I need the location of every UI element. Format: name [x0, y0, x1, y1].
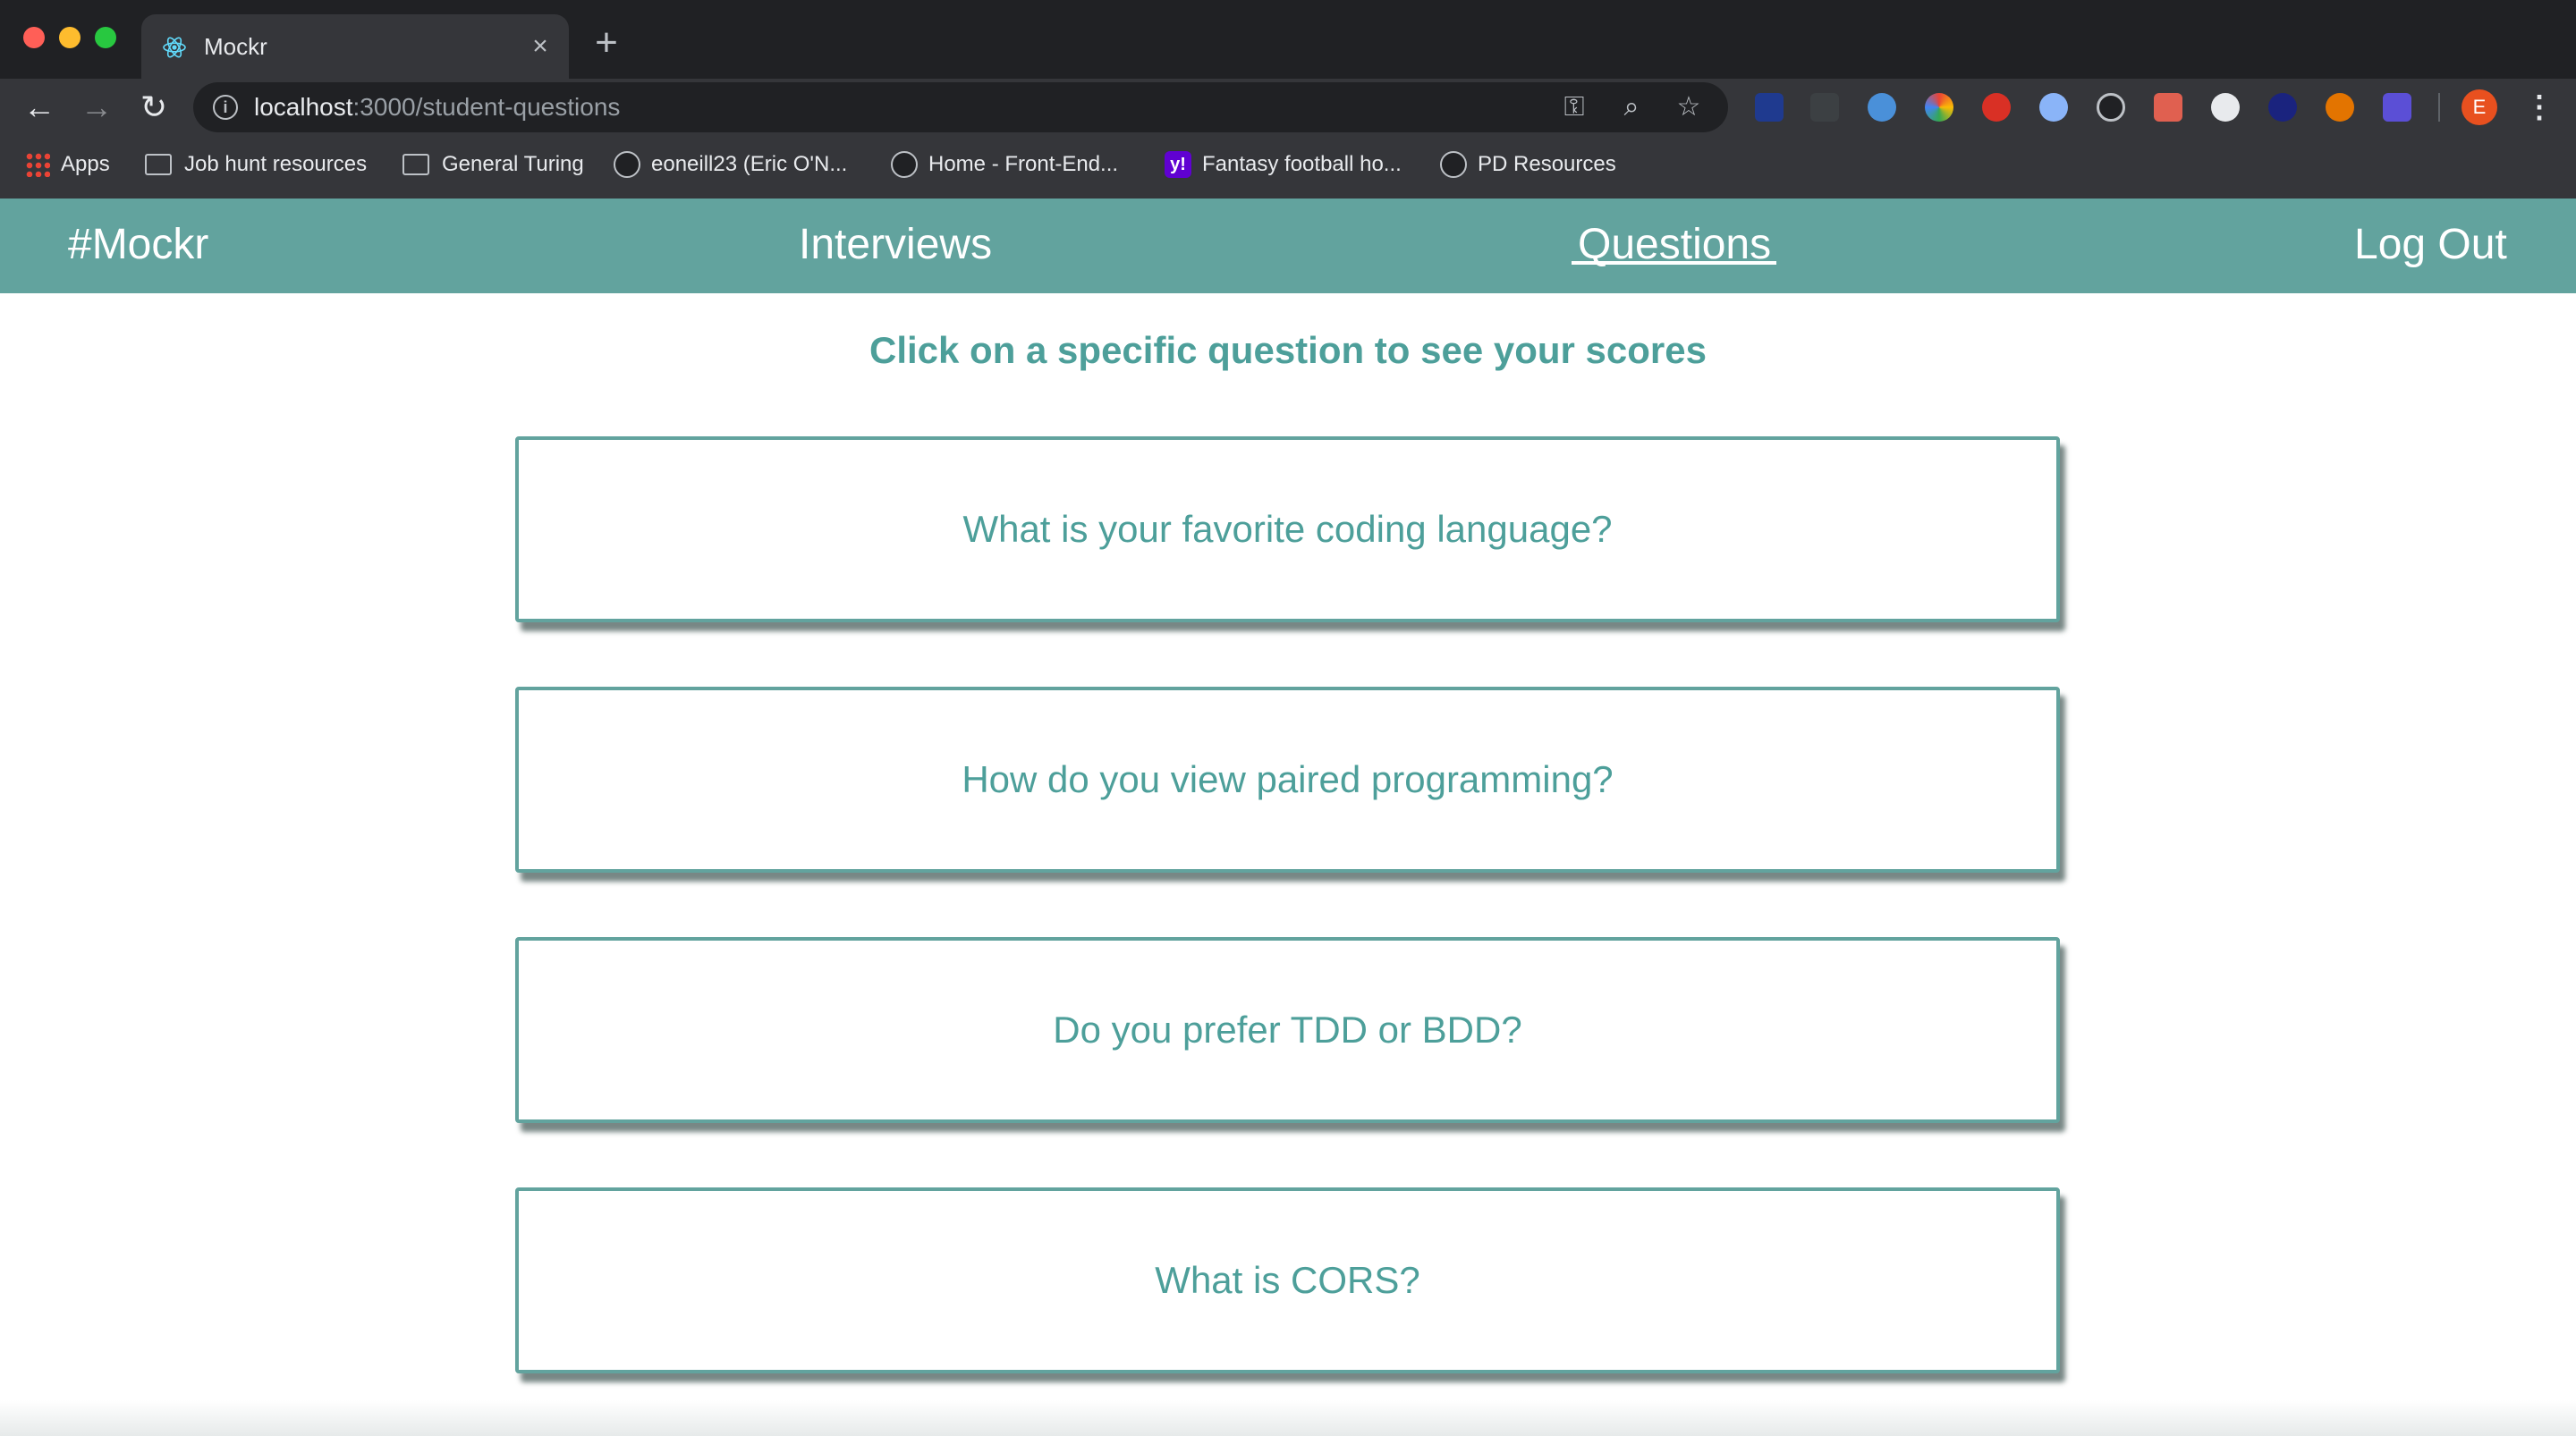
new-tab-icon[interactable]: +	[590, 23, 623, 63]
bookmark-label: PD Resources	[1478, 152, 1616, 176]
question-card[interactable]: How do you view paired programming?	[515, 687, 2060, 873]
close-tab-icon[interactable]: ×	[526, 32, 555, 61]
bookmark-label: Fantasy football ho...	[1202, 152, 1402, 176]
extension-target-icon[interactable]	[2097, 93, 2125, 122]
url-path: :3000/student-questions	[352, 93, 621, 121]
site-info-icon[interactable]: i	[213, 95, 238, 120]
folder-icon	[402, 152, 431, 177]
app-navbar: #Mockr Interviews Questions Log Out	[0, 199, 2576, 293]
key-icon[interactable]: ⚿	[1560, 93, 1589, 122]
turing-icon	[891, 151, 918, 178]
apps-grid-icon	[25, 152, 50, 177]
maximize-window-button[interactable]	[95, 27, 116, 48]
bookmark-label: Home - Front-End...	[928, 152, 1119, 176]
nav-interviews-link[interactable]: Interviews	[799, 220, 992, 270]
toolbar-divider	[2438, 93, 2440, 122]
bookmark-job-hunt[interactable]: Job hunt resources	[145, 147, 367, 182]
active-nav-underline	[1572, 261, 1776, 265]
bookmark-fantasy-football[interactable]: y! Fantasy football ho...	[1165, 147, 1402, 182]
question-card[interactable]: What is your favorite coding language?	[515, 436, 2060, 622]
extension-face-icon[interactable]	[2211, 93, 2240, 122]
browser-tab-active[interactable]: Mockr ×	[141, 14, 569, 79]
address-bar[interactable]: i localhost:3000/student-questions ⚿ ⌕ ☆	[193, 82, 1728, 132]
extension-circle-icon[interactable]	[2039, 93, 2068, 122]
react-icon	[163, 37, 186, 58]
question-text: What is CORS?	[1155, 1259, 1420, 1301]
github-icon	[1440, 151, 1467, 178]
tab-title: Mockr	[204, 33, 267, 60]
profile-avatar[interactable]: E	[2462, 89, 2497, 125]
bookmark-general-turing[interactable]: General Turing	[402, 147, 584, 182]
question-text: How do you view paired programming?	[962, 758, 1614, 800]
browser-menu-icon[interactable]: ⋮	[2524, 89, 2555, 125]
question-text: Do you prefer TDD or BDD?	[1053, 1009, 1522, 1051]
forward-arrow-icon[interactable]: →	[79, 89, 114, 125]
bookmark-star-icon[interactable]: ☆	[1674, 93, 1703, 122]
window-bottom-shadow	[0, 1400, 2576, 1436]
bookmark-label: eoneill23 (Eric O'N...	[651, 152, 848, 176]
bookmark-label: Job hunt resources	[184, 152, 368, 176]
extension-fingerprint-icon[interactable]	[2326, 93, 2354, 122]
bookmark-apps[interactable]: Apps	[25, 147, 110, 182]
zoom-icon[interactable]: ⌕	[1617, 93, 1646, 122]
extension-stop-icon[interactable]	[1982, 93, 2011, 122]
url-host: localhost	[254, 93, 353, 121]
reload-icon[interactable]: ↻	[136, 89, 172, 125]
extension-icon[interactable]	[1755, 93, 1784, 122]
question-text: What is your favorite coding language?	[962, 508, 1613, 550]
extension-color-icon[interactable]	[1925, 93, 1953, 122]
address-url[interactable]: localhost:3000/student-questions	[254, 91, 620, 123]
yahoo-icon: y!	[1165, 151, 1191, 178]
question-card[interactable]: What is CORS?	[515, 1187, 2060, 1373]
question-card[interactable]: Do you prefer TDD or BDD?	[515, 937, 2060, 1123]
extension-pen-icon[interactable]	[1810, 93, 1839, 122]
brand-link[interactable]: #Mockr	[68, 220, 208, 270]
bookmark-label: Apps	[61, 152, 110, 176]
page-subtitle: Click on a specific question to see your…	[869, 329, 1707, 371]
extension-pie-icon[interactable]	[2268, 93, 2297, 122]
close-window-button[interactable]	[23, 27, 45, 48]
bookmark-pd-resources[interactable]: PD Resources	[1440, 147, 1616, 182]
extension-highlighter-icon[interactable]	[1868, 93, 1896, 122]
bookmark-front-end[interactable]: Home - Front-End...	[891, 147, 1118, 182]
github-icon	[614, 151, 640, 178]
bookmark-github-profile[interactable]: eoneill23 (Eric O'N...	[614, 147, 847, 182]
extension-purple-icon[interactable]	[2383, 93, 2411, 122]
logout-link[interactable]: Log Out	[2354, 220, 2507, 270]
extension-pawprint-icon[interactable]	[2154, 93, 2182, 122]
folder-icon	[145, 152, 174, 177]
minimize-window-button[interactable]	[59, 27, 80, 48]
bookmark-label: General Turing	[442, 152, 584, 176]
browser-tabstrip: Mockr × +	[0, 0, 2576, 79]
back-arrow-icon[interactable]: ←	[21, 89, 57, 125]
